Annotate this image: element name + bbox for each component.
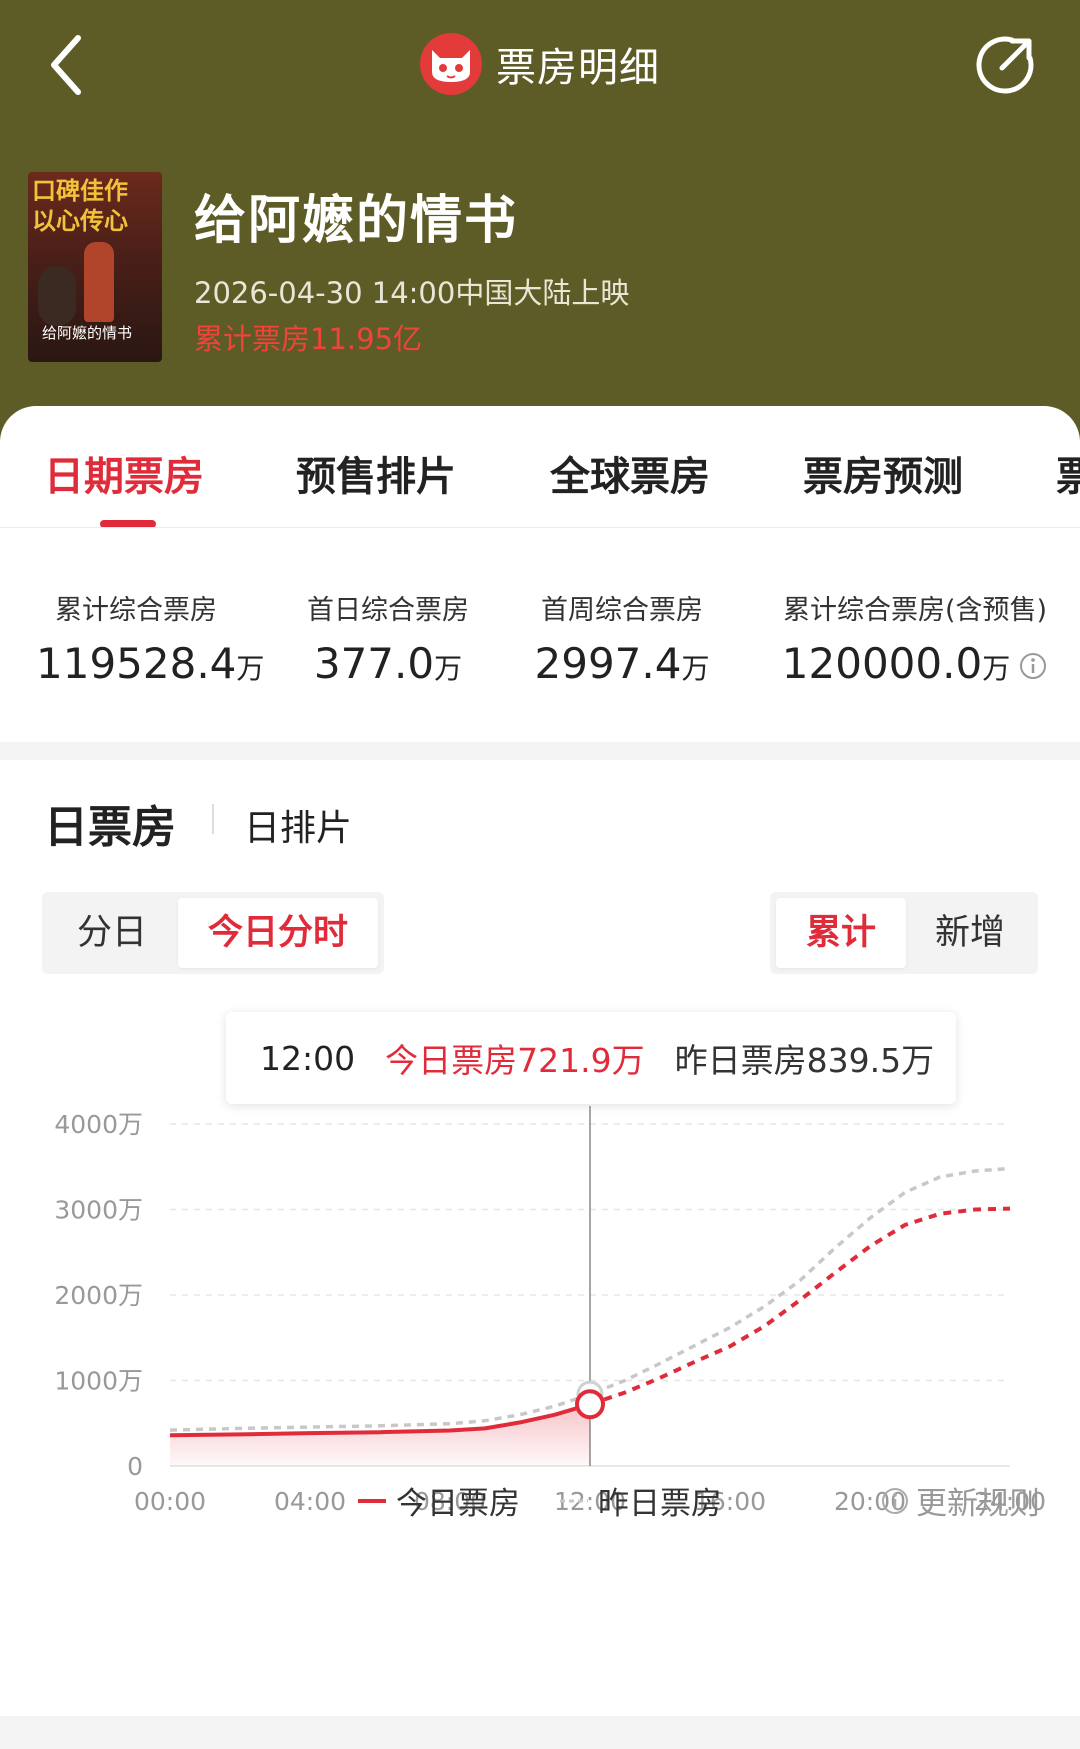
y-tick-label: 3000万 (54, 1196, 143, 1225)
total-box-office: 累计票房11.95亿 (194, 322, 423, 356)
section-separator (212, 804, 214, 834)
legend-today[interactable]: 今日票房 (358, 1478, 520, 1523)
y-tick-label: 2000万 (54, 1281, 143, 1310)
mode-daily[interactable]: 分日 (48, 898, 176, 968)
y-tick-label: 1000万 (54, 1367, 143, 1396)
share-button[interactable] (972, 32, 1038, 98)
poster-tagline-1: 口碑佳作 (32, 176, 128, 205)
legend-today-label: 今日票房 (396, 1486, 520, 1522)
release-info: 2026-04-30 14:00中国大陆上映 (194, 276, 630, 310)
series-today-forecast-line (589, 1206, 1011, 1407)
section-divider (0, 742, 1080, 760)
movie-title: 给阿嬷的情书 (194, 191, 519, 251)
cat-logo-icon (420, 33, 482, 95)
stat-unit: 万 (236, 652, 265, 685)
x-tick-label: 00:00 (134, 1487, 206, 1516)
tab-global-box-office[interactable]: 全球票房 (550, 444, 710, 502)
tab-date-box-office[interactable]: 日期票房 (44, 444, 204, 502)
stat-unit: 万 (434, 652, 463, 685)
stat-label: 首日综合票房 (307, 595, 469, 626)
legend-yesterday-label: 昨日票房 (598, 1486, 722, 1522)
tooltip-today: 今日票房721.9万 (385, 1041, 645, 1080)
value-toggle: 累计 新增 (770, 892, 1038, 974)
share-icon (976, 36, 1034, 94)
legend-yesterday[interactable]: 昨日票房 (560, 1478, 722, 1523)
value-increment[interactable]: 新增 (908, 898, 1032, 968)
chart-tooltip: 12:00 今日票房721.9万 昨日票房839.5万 (226, 1012, 956, 1104)
stat-unit: 万 (681, 652, 710, 685)
stat-label: 累计综合票房 (55, 595, 217, 626)
stat-label: 首周综合票房 (541, 595, 703, 626)
section-subtitle[interactable]: 日排片 (244, 799, 352, 851)
stat-value: 377.0万 (298, 639, 478, 688)
stat-cumulative-presale: 累计综合票房(含预售) 120000.0万 (770, 588, 1060, 691)
poster-tagline: 口碑佳作 以心传心 (32, 176, 128, 236)
box-office-chart[interactable]: 01000万2000万3000万4000万00:00 04:00 08:00 12:0… (0, 1106, 1080, 1536)
tab-active-indicator (100, 520, 156, 527)
poster-figure-left (38, 266, 76, 326)
stat-value: 119528.4万 (36, 639, 264, 688)
mode-toggle: 分日 今日分时 (42, 892, 384, 974)
y-tick-label: 4000万 (54, 1110, 143, 1139)
poster-title: 给阿嬷的情书 (42, 324, 133, 342)
value-cumulative[interactable]: 累计 (776, 898, 906, 968)
stat-number: 120000.0 (781, 639, 983, 688)
stat-number: 377.0 (313, 639, 435, 688)
stat-label: 累计综合票房(含预售) (782, 595, 1048, 626)
today-marker-point (575, 1389, 605, 1420)
info-icon[interactable] (1018, 642, 1048, 691)
tab-presale-schedule[interactable]: 预售排片 (296, 444, 456, 502)
stat-unit: 万 (982, 652, 1011, 685)
poster-figure-center (84, 242, 114, 322)
tooltip-time: 12:00 (260, 1038, 356, 1078)
header: 票房明细 口碑佳作 以心传心 给阿嬷的情书 给阿嬷的情书 2026-04-30 … (0, 0, 1080, 440)
tooltip-yesterday: 昨日票房839.5万 (674, 1041, 935, 1080)
stat-number: 2997.4 (534, 639, 682, 688)
content-card: 日期票房 预售排片 全球票房 票房预测 票 累计综合票房 119528.4万 首… (0, 406, 1080, 1749)
tab-more[interactable]: 票 (1056, 444, 1080, 502)
y-tick-label: 0 (127, 1452, 143, 1481)
movie-poster[interactable]: 口碑佳作 以心传心 给阿嬷的情书 (28, 172, 162, 362)
update-rule-label: 更新规则 (916, 1486, 1040, 1522)
stat-first-week: 首周综合票房 2997.4万 (532, 588, 712, 688)
update-rule-link[interactable]: 更新规则 (880, 1478, 1040, 1523)
x-tick-label: 04:00 (274, 1487, 346, 1516)
page-title: 票房明细 (496, 45, 660, 91)
bottom-divider (0, 1716, 1080, 1749)
stat-value: 2997.4万 (532, 639, 712, 688)
stat-value: 120000.0万 (770, 639, 1060, 691)
stat-number: 119528.4 (36, 639, 237, 688)
stat-cumulative: 累计综合票房 119528.4万 (36, 588, 264, 688)
mode-today-hourly[interactable]: 今日分时 (178, 898, 378, 968)
section-title[interactable]: 日票房 (44, 791, 176, 855)
poster-tagline-2: 以心传心 (32, 206, 128, 235)
tab-box-office-forecast[interactable]: 票房预测 (803, 444, 963, 502)
tab-bar: 日期票房 预售排片 全球票房 票房预测 票 (0, 406, 1080, 528)
info-icon (882, 1487, 908, 1514)
stat-first-day: 首日综合票房 377.0万 (298, 588, 478, 688)
nav-title-group: 票房明细 (0, 28, 1080, 100)
